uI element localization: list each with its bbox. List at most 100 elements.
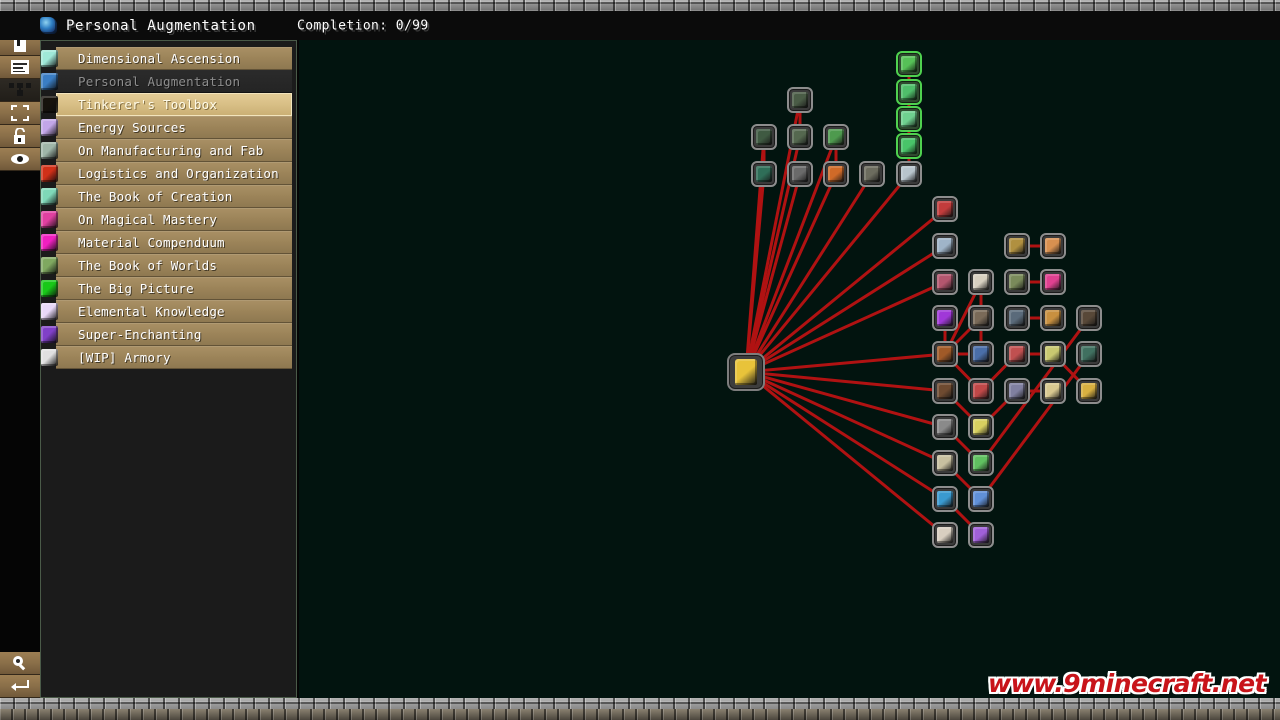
quest-node[interactable] [932, 305, 958, 331]
book-of-creation-icon [41, 188, 58, 205]
quest-canvas[interactable] [299, 40, 1280, 698]
quest-node[interactable] [787, 87, 813, 113]
quest-node[interactable] [1004, 341, 1030, 367]
sidebar-item-label: The Big Picture [78, 281, 194, 296]
sidebar-item-tinkerer-s-toolbox[interactable]: Tinkerer's Toolbox [41, 93, 292, 116]
quest-node-icon [973, 491, 989, 507]
quest-node-icon [1081, 346, 1097, 362]
quest-node[interactable] [968, 305, 994, 331]
left-toolbar [0, 33, 40, 171]
quest-node[interactable] [968, 414, 994, 440]
sidebar-item-material-compenduum[interactable]: Material Compenduum [41, 231, 292, 254]
quest-node[interactable] [1076, 341, 1102, 367]
quest-node[interactable] [787, 124, 813, 150]
quest-node[interactable] [1040, 341, 1066, 367]
quest-node[interactable] [932, 414, 958, 440]
super-enchanting-icon [41, 326, 58, 343]
quest-node[interactable] [932, 522, 958, 548]
magical-mastery-icon [41, 211, 58, 228]
root-quest[interactable] [727, 353, 765, 391]
sidebar-item-logistics-and-organization[interactable]: Logistics and Organization [41, 162, 292, 185]
quest-node[interactable] [932, 196, 958, 222]
quest-node[interactable] [1004, 233, 1030, 259]
quest-node-icon [901, 56, 917, 72]
sidebar-item-personal-augmentation[interactable]: Personal Augmentation [41, 70, 292, 93]
sidebar-item-label: [WIP] Armory [78, 350, 171, 365]
sidebar-item-wip-armory[interactable]: [WIP] Armory [41, 346, 292, 369]
quest-node[interactable] [932, 341, 958, 367]
big-picture-icon [41, 280, 58, 297]
quest-node[interactable] [1004, 305, 1030, 331]
quest-node-icon [1009, 383, 1025, 399]
quest-node[interactable] [1040, 305, 1066, 331]
quest-node[interactable] [896, 106, 922, 132]
sidebar-item-label: Logistics and Organization [78, 166, 279, 181]
quest-node-icon [792, 166, 808, 182]
quest-node-icon [937, 383, 953, 399]
quest-node[interactable] [896, 79, 922, 105]
personal-augmentation-icon [41, 73, 58, 90]
sidebar-item-energy-sources[interactable]: Energy Sources [41, 116, 292, 139]
quest-node-icon [937, 455, 953, 471]
sidebar-item-on-manufacturing-and-fab[interactable]: On Manufacturing and Fab [41, 139, 292, 162]
quest-node[interactable] [1076, 305, 1102, 331]
quest-node[interactable] [932, 269, 958, 295]
quest-tree-icon[interactable] [0, 79, 40, 102]
quest-node[interactable] [823, 161, 849, 187]
game-screen: Personal Augmentation Completion: 0/99 D… [0, 0, 1280, 720]
sidebar-item-label: The Book of Creation [78, 189, 233, 204]
eye-icon[interactable] [0, 148, 40, 171]
bottom-border-texture [0, 698, 1280, 720]
quest-node[interactable] [896, 133, 922, 159]
sidebar-item-super-enchanting[interactable]: Super-Enchanting [41, 323, 292, 346]
quest-node[interactable] [932, 486, 958, 512]
quest-node[interactable] [968, 450, 994, 476]
lock-icon[interactable] [0, 125, 40, 148]
quest-node[interactable] [751, 124, 777, 150]
quest-node[interactable] [968, 522, 994, 548]
sidebar-item-on-magical-mastery[interactable]: On Magical Mastery [41, 208, 292, 231]
dimensional-ascension-icon [41, 50, 58, 67]
quest-node[interactable] [1004, 378, 1030, 404]
quest-node-icon [828, 129, 844, 145]
quest-node[interactable] [823, 124, 849, 150]
list-icon[interactable] [0, 56, 40, 79]
quest-node-icon [1081, 383, 1097, 399]
quest-node-icon [1009, 274, 1025, 290]
sidebar-item-the-book-of-creation[interactable]: The Book of Creation [41, 185, 292, 208]
sidebar-item-the-book-of-worlds[interactable]: The Book of Worlds [41, 254, 292, 277]
quest-node-icon [937, 419, 953, 435]
sidebar-item-label: Personal Augmentation [78, 74, 241, 89]
zoom-icon[interactable] [0, 652, 40, 675]
quest-node[interactable] [1040, 378, 1066, 404]
quest-node-icon [756, 166, 772, 182]
quest-node-icon [937, 310, 953, 326]
quest-node[interactable] [1004, 269, 1030, 295]
quest-node[interactable] [932, 233, 958, 259]
quest-node[interactable] [1040, 269, 1066, 295]
quest-node[interactable] [896, 51, 922, 77]
quest-node[interactable] [751, 161, 777, 187]
quest-node[interactable] [1040, 233, 1066, 259]
quest-node[interactable] [968, 486, 994, 512]
quest-node[interactable] [859, 161, 885, 187]
quest-node-icon [792, 92, 808, 108]
sidebar-item-dimensional-ascension[interactable]: Dimensional Ascension [41, 47, 292, 70]
quest-node[interactable] [968, 341, 994, 367]
sidebar-item-the-big-picture[interactable]: The Big Picture [41, 277, 292, 300]
quest-node[interactable] [968, 378, 994, 404]
quest-node[interactable] [896, 161, 922, 187]
back-icon[interactable] [0, 675, 40, 698]
quest-node[interactable] [932, 378, 958, 404]
sidebar-item-label: Tinkerer's Toolbox [78, 97, 218, 112]
fullscreen-icon[interactable] [0, 102, 40, 125]
quest-node-icon [973, 455, 989, 471]
book-of-worlds-icon [41, 257, 58, 274]
quest-node[interactable] [932, 450, 958, 476]
quest-node-icon [937, 201, 953, 217]
quest-node[interactable] [787, 161, 813, 187]
quest-node[interactable] [968, 269, 994, 295]
sidebar-item-elemental-knowledge[interactable]: Elemental Knowledge [41, 300, 292, 323]
quest-node[interactable] [1076, 378, 1102, 404]
quest-node-icon [973, 310, 989, 326]
